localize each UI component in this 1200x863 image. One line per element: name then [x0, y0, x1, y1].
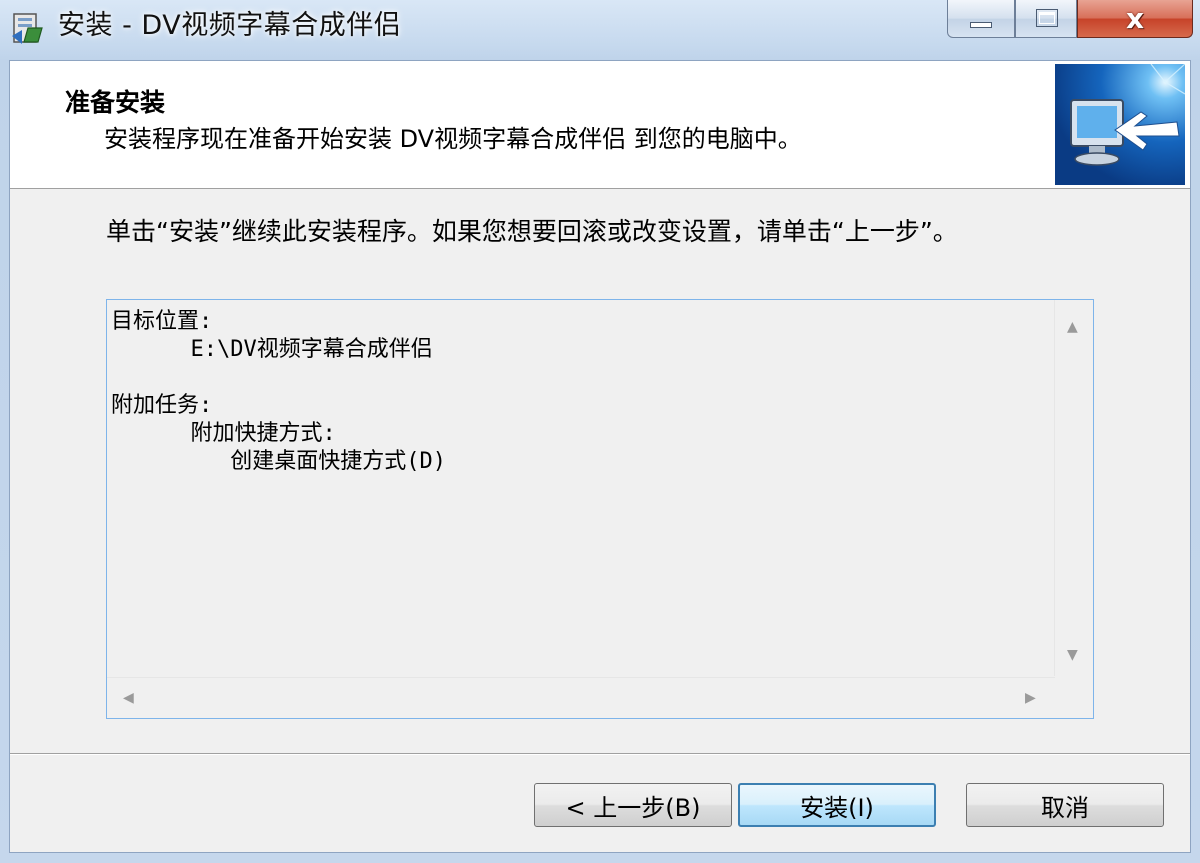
ready-memo-box[interactable]: 目标位置: E:\DV视频字幕合成伴侣 附加任务: 附加快捷方式: 创建桌面快捷…	[106, 299, 1094, 719]
memo-line: 附加任务:	[111, 393, 213, 418]
button-area-divider	[10, 753, 1190, 755]
instruction-text: 单击“安装”继续此安装程序。如果您想要回滚或改变设置，请单击“上一步”。	[106, 217, 958, 246]
wizard-client-area: 准备安装 安装程序现在准备开始安装 DV视频字幕合成伴侣 到您的电脑中。 单击“…	[9, 60, 1191, 853]
install-button[interactable]: 安装(I)	[738, 783, 936, 827]
memo-line: E:\DV视频字幕合成伴侣	[111, 337, 433, 362]
memo-line: 创建桌面快捷方式(D)	[111, 449, 446, 474]
close-button[interactable]: x	[1077, 0, 1193, 38]
scroll-left-icon[interactable]: ◀	[123, 691, 134, 705]
window-title: 安装 - DV视频字幕合成伴侣	[58, 10, 402, 41]
maximize-button[interactable]	[1015, 0, 1077, 38]
vertical-scrollbar[interactable]: ▲ ▼	[1054, 300, 1093, 676]
computer-install-icon	[1055, 64, 1185, 185]
scroll-down-icon[interactable]: ▼	[1067, 648, 1078, 662]
scroll-right-icon[interactable]: ▶	[1025, 691, 1036, 705]
memo-line: 目标位置:	[111, 309, 213, 334]
memo-line: 附加快捷方式:	[111, 421, 336, 446]
wizard-header: 准备安装 安装程序现在准备开始安装 DV视频字幕合成伴侣 到您的电脑中。	[10, 61, 1190, 189]
close-icon: x	[1125, 1, 1145, 35]
minimize-icon	[970, 22, 992, 28]
page-subtitle: 安装程序现在准备开始安装 DV视频字幕合成伴侣 到您的电脑中。	[104, 125, 802, 153]
ready-memo-text: 目标位置: E:\DV视频字幕合成伴侣 附加任务: 附加快捷方式: 创建桌面快捷…	[111, 308, 1051, 674]
scroll-up-icon[interactable]: ▲	[1067, 320, 1078, 334]
memo-line	[111, 364, 1051, 392]
maximize-icon	[1036, 9, 1058, 27]
page-title: 准备安装	[65, 88, 166, 117]
scrollbar-corner	[1055, 678, 1093, 718]
title-bar[interactable]: 安装 - DV视频字幕合成伴侣 x	[0, 0, 1200, 60]
horizontal-scrollbar[interactable]: ◀ ▶	[107, 677, 1055, 718]
cancel-button[interactable]: 取消	[966, 783, 1164, 827]
back-button[interactable]: < 上一步(B)	[534, 783, 732, 827]
installer-window: 安装 - DV视频字幕合成伴侣 x 准备安装 安装程序现在准备开始安装 DV视频…	[0, 0, 1200, 863]
minimize-button[interactable]	[947, 0, 1015, 38]
installer-app-icon	[12, 13, 43, 44]
